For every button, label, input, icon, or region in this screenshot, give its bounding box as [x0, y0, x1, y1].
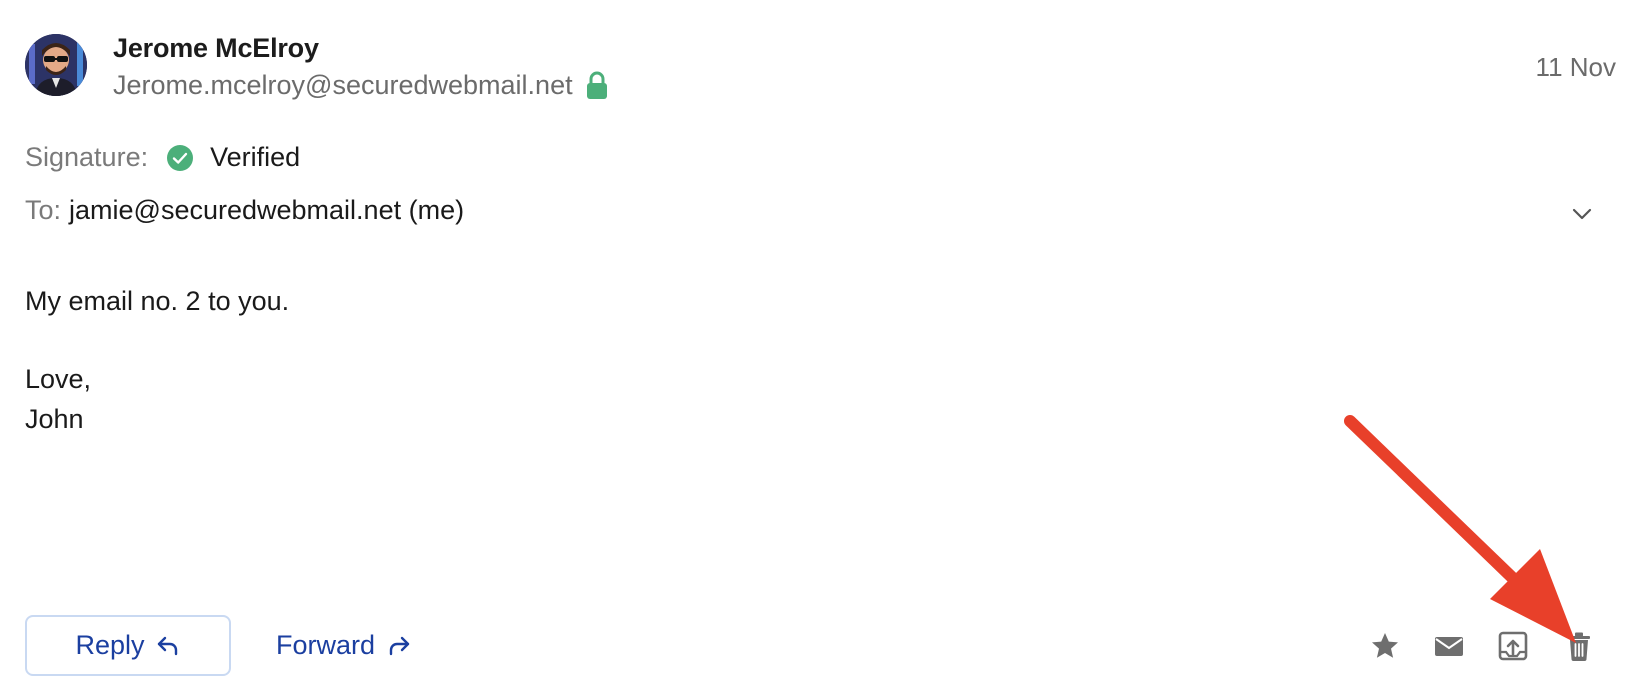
email-date: 11 Nov: [1535, 52, 1616, 82]
reply-label: Reply: [75, 630, 145, 660]
avatar-illustration: [25, 34, 87, 96]
recipients-value[interactable]: jamie@securedwebmail.net (me): [69, 195, 464, 226]
annotation-arrow: [1344, 415, 1576, 643]
signature-row: Signature: Verified: [25, 142, 300, 173]
check-circle-icon: [166, 144, 194, 172]
chevron-down-icon[interactable]: [1568, 200, 1596, 228]
sender-name: Jerome McElroy: [113, 33, 319, 63]
sender-email-row: Jerome.mcelroy@securedwebmail.net: [113, 70, 609, 101]
recipients-label: To:: [25, 195, 62, 225]
signature-label: Signature:: [25, 142, 149, 172]
body-line: My email no. 2 to you.: [25, 286, 290, 316]
forward-label: Forward: [276, 630, 376, 660]
recipients-row: To: jamie@securedwebmail.net (me): [25, 195, 464, 226]
body-line: John: [25, 404, 84, 434]
forward-button[interactable]: Forward: [272, 615, 417, 676]
body-line: Love,: [25, 364, 92, 394]
forward-icon: [389, 636, 410, 655]
reply-button[interactable]: Reply: [25, 615, 231, 676]
signature-status: Verified: [210, 142, 301, 172]
sender-email[interactable]: Jerome.mcelroy@securedwebmail.net: [113, 70, 573, 101]
lock-icon[interactable]: [585, 71, 609, 101]
reply-icon: [157, 636, 177, 655]
avatar[interactable]: [25, 34, 87, 96]
message-body: My email no. 2 to you. Love, John: [25, 281, 289, 439]
email-view: Jerome McElroy Jerome.mcelroy@securedweb…: [0, 0, 1642, 696]
